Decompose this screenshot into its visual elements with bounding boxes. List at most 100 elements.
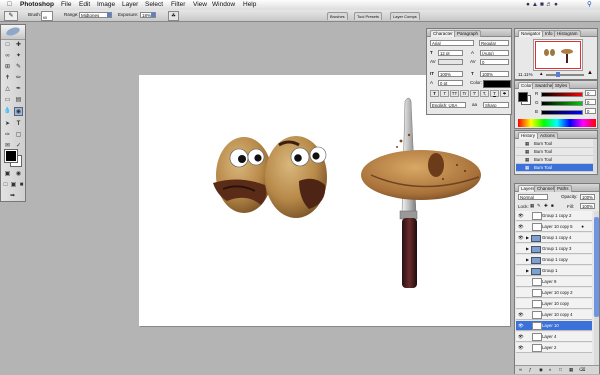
strikethrough-button[interactable]: T <box>500 90 509 97</box>
airbrush-button[interactable]: ☘ <box>168 11 179 21</box>
language-select[interactable]: English: USA <box>430 102 466 108</box>
history-item-selected[interactable]: ▦ Burn Tool <box>516 164 593 172</box>
visibility-eye-icon[interactable]: 👁 <box>518 235 524 240</box>
menu-view[interactable]: View <box>193 1 207 9</box>
tab-history[interactable]: History <box>518 132 539 139</box>
crop-tool-icon[interactable]: ⊞ <box>3 63 12 72</box>
visibility-eye-icon[interactable]: 👁 <box>518 312 524 317</box>
subscript-button[interactable]: T, <box>480 90 489 97</box>
menu-image[interactable]: Image <box>97 1 115 9</box>
fill-field[interactable]: 100% <box>580 203 595 209</box>
blue-value[interactable]: 0 <box>585 108 596 114</box>
tab-layer-comps[interactable]: Layer Comps <box>390 12 420 20</box>
baseline-shift-field[interactable]: 0 pt <box>438 80 463 86</box>
layer-row[interactable]: 👁 Layer 10 copy 4 <box>516 310 592 320</box>
lock-position-icon[interactable]: ✚ <box>544 203 548 209</box>
visibility-eye-icon[interactable]: 👁 <box>518 213 524 218</box>
delete-layer-icon[interactable]: ⌫ <box>579 367 585 373</box>
zoom-out-icon[interactable]: ▲ <box>539 71 543 76</box>
gradient-tool-icon[interactable]: ▤ <box>14 96 23 105</box>
foreground-color-swatch[interactable] <box>4 149 18 163</box>
expand-triangle-icon[interactable]: ▶ <box>526 255 529 264</box>
tab-paths[interactable]: Paths <box>554 185 572 192</box>
layer-group-row[interactable]: ▶ Group 1 copy <box>516 255 592 265</box>
layer-row[interactable]: Layer 10 copy 2 <box>516 288 592 298</box>
lock-transparent-icon[interactable]: ▦ <box>530 203 534 209</box>
brush-preset-picker[interactable]: 65 <box>41 11 53 21</box>
layer-group-row[interactable]: ▶ Group 1 <box>516 266 592 276</box>
dodge-tool-icon[interactable]: ◉ <box>14 107 23 116</box>
lock-all-icon[interactable]: ■ <box>551 203 554 208</box>
superscript-button[interactable]: T' <box>470 90 479 97</box>
magic-wand-tool-icon[interactable]: ✦ <box>14 52 23 61</box>
layers-scrollbar[interactable] <box>594 211 599 365</box>
screen-mode-black-icon[interactable]: ■ <box>18 181 25 190</box>
history-brush-tool-icon[interactable]: ✒ <box>14 85 23 94</box>
blend-mode-select[interactable]: Normal <box>518 194 548 200</box>
navigator-zoom-field[interactable]: 11.11% <box>518 72 533 77</box>
layer-row[interactable]: 👁 Layer 10 copy 5 ● <box>516 222 592 232</box>
adjustment-layer-icon[interactable]: ◐ <box>549 367 552 372</box>
tab-histogram[interactable]: Histogram <box>554 30 581 37</box>
faux-bold-button[interactable]: T <box>430 90 439 97</box>
quick-mask-mode-icon[interactable]: ◉ <box>14 170 23 179</box>
tab-brushes[interactable]: Brushes <box>327 12 348 20</box>
font-size-field[interactable]: 12 pt <box>438 50 463 56</box>
visibility-eye-icon[interactable]: 👁 <box>518 334 524 339</box>
brush-tool-icon[interactable]: ✏ <box>14 74 23 83</box>
small-caps-button[interactable]: Tr <box>460 90 469 97</box>
screen-mode-full-icon[interactable]: ▣ <box>10 181 17 190</box>
healing-brush-tool-icon[interactable]: ✝ <box>3 74 12 83</box>
tab-paragraph[interactable]: Paragraph <box>454 30 482 37</box>
layer-row[interactable]: 👁 Group 1 copy 2 <box>516 211 592 221</box>
visibility-eye-off[interactable] <box>518 268 523 273</box>
menu-window[interactable]: Window <box>212 1 235 9</box>
menu-edit[interactable]: Edit <box>79 1 90 9</box>
clone-stamp-tool-icon[interactable]: △ <box>3 85 12 94</box>
red-slider[interactable] <box>541 92 583 97</box>
vertical-scale-field[interactable]: 100% <box>438 71 463 77</box>
layer-row[interactable]: 👁 Layer 4 <box>516 332 592 342</box>
font-family-select[interactable]: Arial <box>430 40 474 46</box>
layer-group-row[interactable]: ▶ Group 1 copy 3 <box>516 244 592 254</box>
tab-actions[interactable]: Actions <box>537 132 558 139</box>
standard-mode-icon[interactable]: ▣ <box>3 170 12 179</box>
leading-field[interactable]: (Auto) <box>480 50 509 56</box>
menu-layer[interactable]: Layer <box>122 1 138 9</box>
blue-slider[interactable] <box>541 110 583 115</box>
opacity-field[interactable]: 100% <box>580 194 595 200</box>
layer-row[interactable]: 👁 Layer 2 <box>516 343 592 353</box>
red-value[interactable]: 0 <box>585 90 596 96</box>
history-item[interactable]: ▦ Burn Tool <box>516 140 593 148</box>
kerning-field[interactable] <box>438 59 463 65</box>
jump-to-imageready-icon[interactable]: ➡ <box>8 192 17 201</box>
visibility-eye-off[interactable] <box>518 301 523 306</box>
layer-row[interactable]: Layer 10 copy <box>516 299 592 309</box>
type-tool-icon[interactable]: T <box>14 120 23 129</box>
menu-select[interactable]: Select <box>145 1 163 9</box>
layer-group-row[interactable]: 👁 ▶ Group 1 copy 4 <box>516 233 592 243</box>
path-selection-tool-icon[interactable]: ➤ <box>3 120 12 129</box>
blur-tool-icon[interactable]: 💧 <box>3 107 12 116</box>
tab-character[interactable]: Character <box>430 30 456 37</box>
green-slider[interactable] <box>541 101 583 106</box>
exposure-field[interactable]: 18% <box>140 12 156 18</box>
all-caps-button[interactable]: TT <box>450 90 459 97</box>
lock-image-icon[interactable]: ✎ <box>537 203 541 209</box>
tracking-field[interactable]: 0 <box>480 59 509 65</box>
layers-scroll-thumb[interactable] <box>594 217 599 317</box>
faux-italic-button[interactable]: T <box>440 90 449 97</box>
shape-tool-icon[interactable]: ▢ <box>14 131 23 140</box>
slice-tool-icon[interactable]: ✎ <box>14 63 23 72</box>
layer-mask-icon[interactable]: ◉ <box>539 367 543 373</box>
move-tool-icon[interactable]: ✚ <box>14 41 23 50</box>
eraser-tool-icon[interactable]: ▭ <box>3 96 12 105</box>
color-ramp[interactable] <box>518 119 596 127</box>
layer-style-icon[interactable]: ƒ <box>529 367 532 372</box>
app-menu[interactable]: Photoshop <box>20 1 54 9</box>
font-style-select[interactable]: Regular <box>479 40 509 46</box>
history-item[interactable]: ▦ Burn Tool <box>516 148 593 156</box>
visibility-eye-off[interactable] <box>518 290 523 295</box>
expand-triangle-icon[interactable]: ▶ <box>526 244 529 253</box>
layer-row-selected[interactable]: 👁 Layer 10 <box>516 321 592 331</box>
